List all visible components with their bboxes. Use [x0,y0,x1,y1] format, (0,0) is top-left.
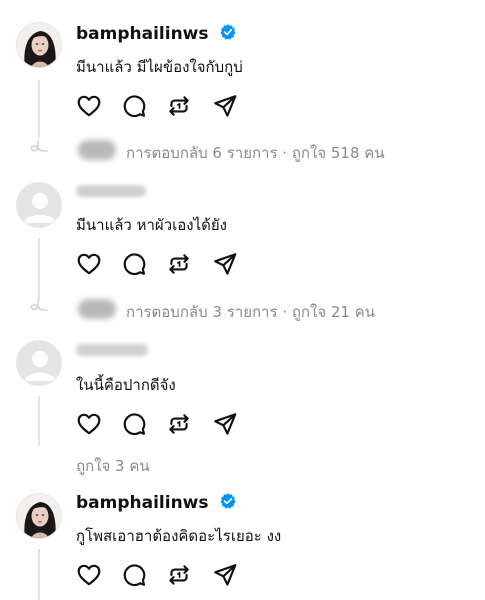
repost-icon [166,93,192,119]
heart-icon [76,93,102,119]
action-bar [76,93,236,119]
blurred-username[interactable] [76,185,146,197]
thread-line [38,549,40,600]
comment-icon [121,251,147,277]
share-button[interactable] [212,562,238,588]
default-avatar-icon [17,341,62,386]
post-text: มีนาแล้ว หาผัวเองได้ยัง [76,216,227,234]
avatar[interactable] [16,493,62,539]
reply-curl-icon [28,299,48,315]
share-icon [212,93,238,119]
comment-button[interactable] [121,251,147,277]
comment-button[interactable] [121,93,147,119]
username-text[interactable]: bamphailinws [76,24,209,44]
repost-button[interactable] [166,562,192,588]
reply-curl-icon [28,140,48,156]
action-bar [76,562,236,588]
post-username[interactable]: bamphailinws [76,492,237,513]
verified-badge-icon [219,492,237,510]
thread-line [38,238,40,300]
like-button[interactable] [76,562,102,588]
replier-avatars [78,299,116,319]
post-username[interactable]: bamphailinws [76,23,237,44]
post-text: มีนาแล้ว มีไผข้องใจกับกูบ่ [76,58,243,76]
repost-icon [166,562,192,588]
comment-icon [121,562,147,588]
heart-icon [76,411,102,437]
share-button[interactable] [212,93,238,119]
avatar[interactable] [16,22,62,68]
heart-icon [76,562,102,588]
profile-photo-icon [17,494,62,539]
replies-label[interactable]: การตอบกลับ 3 รายการ · ถูกใจ 21 คน [126,300,375,324]
avatar[interactable] [16,182,62,228]
repost-button[interactable] [166,93,192,119]
comment-button[interactable] [121,562,147,588]
post-text: กูโพสเอาฮาต้องคิดอะไรเยอะ งง [76,527,282,545]
share-icon [212,251,238,277]
likes-count[interactable]: ถูกใจ 3 คน [76,454,150,478]
thread-line [38,80,40,138]
replies-label[interactable]: การตอบกลับ 6 รายการ · ถูกใจ 518 คน [126,141,385,165]
action-bar [76,411,236,437]
like-button[interactable] [76,93,102,119]
repost-button[interactable] [166,411,192,437]
blurred-username[interactable] [76,344,148,356]
share-button[interactable] [212,411,238,437]
comment-icon [121,411,147,437]
thread-line [38,396,40,446]
share-icon [212,562,238,588]
heart-icon [76,251,102,277]
post-text: ในนี้คือปากดีจัง [76,376,176,394]
replies-summary[interactable]: การตอบกลับ 3 รายการ · ถูกใจ 21 คน [78,297,438,323]
repost-button[interactable] [166,251,192,277]
like-button[interactable] [76,251,102,277]
share-icon [212,411,238,437]
repost-icon [166,251,192,277]
replies-summary[interactable]: การตอบกลับ 6 รายการ · ถูกใจ 518 คน [78,138,438,164]
comment-icon [121,93,147,119]
replier-avatars [78,140,116,160]
share-button[interactable] [212,251,238,277]
verified-badge-icon [219,23,237,41]
like-button[interactable] [76,411,102,437]
username-text[interactable]: bamphailinws [76,493,209,513]
default-avatar-icon [17,183,62,228]
action-bar [76,251,236,277]
repost-icon [166,411,192,437]
comment-button[interactable] [121,411,147,437]
avatar[interactable] [16,340,62,386]
profile-photo-icon [17,23,62,68]
